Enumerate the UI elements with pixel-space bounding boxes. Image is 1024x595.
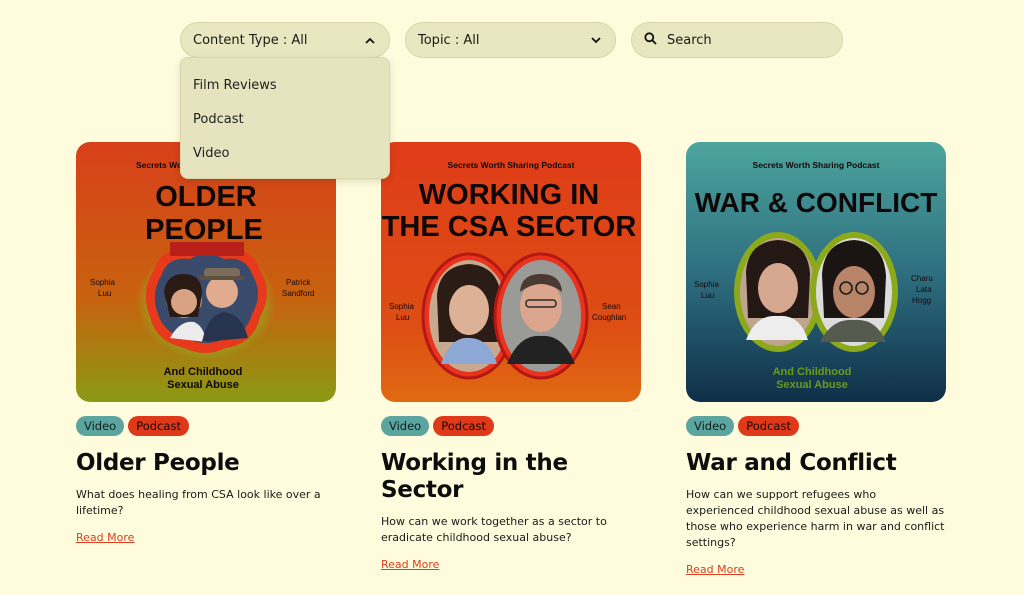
thumb-headline-1: WAR & CONFLICT bbox=[695, 187, 938, 218]
content-type-filter[interactable]: Content Type : All bbox=[180, 22, 390, 58]
card-thumbnail[interactable]: Secrets Worth Sharing Podcast WORKING IN… bbox=[381, 142, 641, 402]
card-description: How can we support refugees who experien… bbox=[686, 488, 945, 549]
tag-podcast[interactable]: Podcast bbox=[738, 416, 799, 436]
dropdown-item-podcast[interactable]: Podcast bbox=[181, 102, 389, 136]
content-type-dropdown: Film Reviews Podcast Video bbox=[180, 57, 390, 179]
read-more-link[interactable]: Read More bbox=[686, 563, 744, 576]
card-description: How can we work together as a sector to … bbox=[381, 515, 607, 544]
thumb-guest-right-2: Coughlan bbox=[592, 313, 626, 322]
read-more-link[interactable]: Read More bbox=[381, 558, 439, 571]
chevron-down-icon bbox=[589, 33, 603, 47]
dropdown-item-video[interactable]: Video bbox=[181, 136, 389, 170]
thumb-headline-1: OLDER bbox=[155, 181, 257, 213]
thumb-brand: Secrets Worth Sharing Podcast bbox=[753, 160, 880, 170]
content-type-label: Content Type : All bbox=[193, 32, 308, 48]
search-input[interactable]: Search bbox=[631, 22, 843, 58]
card-thumbnail[interactable]: Secrets Worth Sharing Podcast WAR & CONF… bbox=[686, 142, 946, 402]
thumb-headline-2: PEOPLE bbox=[145, 214, 263, 246]
card-title[interactable]: Older People bbox=[76, 450, 336, 477]
thumb-footer-1: And Childhood bbox=[164, 366, 243, 378]
thumb-headline-1: WORKING IN bbox=[419, 179, 599, 211]
thumb-footer-1: And Childhood bbox=[773, 366, 852, 378]
read-more-link[interactable]: Read More bbox=[76, 531, 134, 544]
thumb-guest-left-1: Sophia bbox=[694, 280, 719, 289]
topic-filter[interactable]: Topic : All bbox=[405, 22, 616, 58]
search-placeholder: Search bbox=[667, 32, 712, 48]
thumb-guest-left-2: Luu bbox=[98, 289, 111, 298]
thumb-guest-right-2: Lata bbox=[916, 285, 932, 294]
thumb-guest-left-2: Luu bbox=[701, 291, 714, 300]
tag-video[interactable]: Video bbox=[686, 416, 735, 436]
thumb-guest-left-1: Sophia bbox=[389, 302, 414, 311]
card-war-and-conflict: Secrets Worth Sharing Podcast WAR & CONF… bbox=[686, 142, 946, 577]
card-older-people: Secrets Worth Sharing Podcast OLDER PEOP… bbox=[76, 142, 336, 545]
card-description: What does healing from CSA look like ove… bbox=[76, 488, 321, 517]
card-tags: Video Podcast bbox=[686, 416, 946, 436]
thumb-guest-right-1: Charu bbox=[911, 274, 933, 283]
tag-podcast[interactable]: Podcast bbox=[128, 416, 189, 436]
thumb-footer-2: Sexual Abuse bbox=[776, 379, 848, 391]
dropdown-item-film-reviews[interactable]: Film Reviews bbox=[181, 68, 389, 102]
card-title[interactable]: Working in the Sector bbox=[381, 450, 641, 504]
thumb-guest-left-1: Sophia bbox=[90, 278, 115, 287]
card-working-in-the-sector: Secrets Worth Sharing Podcast WORKING IN… bbox=[381, 142, 641, 572]
search-icon bbox=[644, 31, 657, 49]
card-tags: Video Podcast bbox=[76, 416, 336, 436]
thumb-guest-left-2: Luu bbox=[396, 313, 409, 322]
thumb-guest-right-3: Hogg bbox=[912, 296, 931, 305]
chevron-up-icon bbox=[363, 33, 377, 47]
card-tags: Video Podcast bbox=[381, 416, 641, 436]
tag-video[interactable]: Video bbox=[76, 416, 125, 436]
tag-video[interactable]: Video bbox=[381, 416, 430, 436]
topic-label: Topic : All bbox=[418, 32, 480, 48]
card-thumbnail[interactable]: Secrets Worth Sharing Podcast OLDER PEOP… bbox=[76, 142, 336, 402]
thumb-headline-2: THE CSA SECTOR bbox=[382, 211, 637, 243]
thumb-guest-right-2: Sandford bbox=[282, 289, 314, 298]
thumb-guest-right-1: Patrick bbox=[286, 278, 311, 287]
thumb-brand: Secrets Worth Sharing Podcast bbox=[448, 160, 575, 170]
card-title[interactable]: War and Conflict bbox=[686, 450, 946, 477]
tag-podcast[interactable]: Podcast bbox=[433, 416, 494, 436]
thumb-footer-2: Sexual Abuse bbox=[167, 379, 239, 391]
thumb-guest-right-1: Sean bbox=[602, 302, 621, 311]
